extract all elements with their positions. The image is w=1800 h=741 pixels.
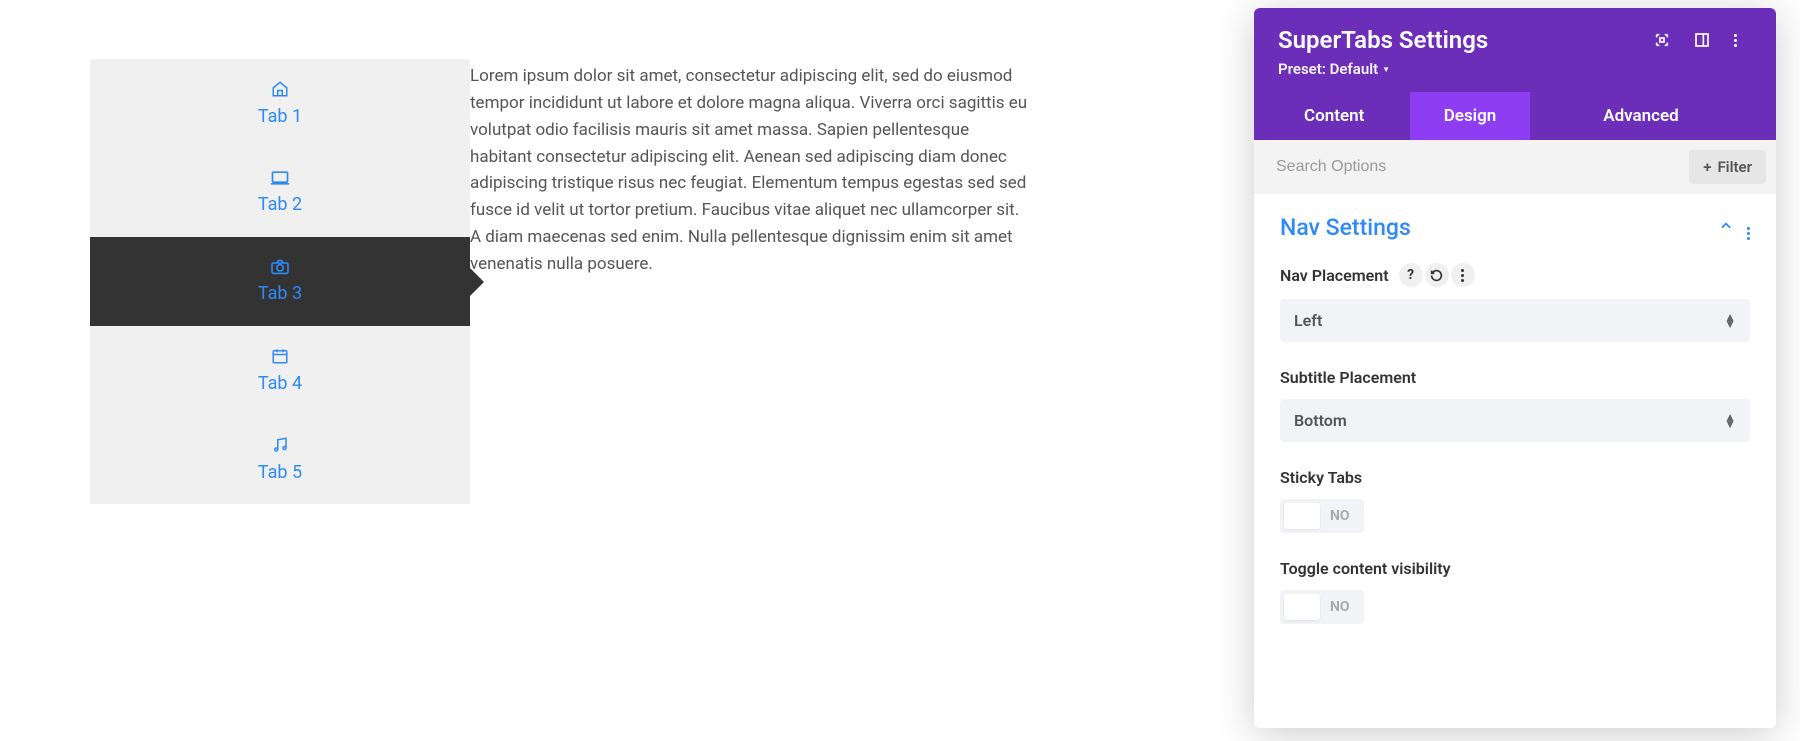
tab-design[interactable]: Design bbox=[1410, 92, 1530, 140]
tab-content: Lorem ipsum dolor sit amet, consectetur … bbox=[470, 59, 1030, 504]
section-nav-settings: Nav Settings Nav Placement ? bbox=[1254, 194, 1776, 624]
tab-1[interactable]: Tab 1 bbox=[90, 59, 470, 148]
camera-icon bbox=[270, 259, 290, 275]
tab-advanced[interactable]: Advanced bbox=[1530, 92, 1752, 140]
preset-dropdown[interactable]: Preset: Default ▼ bbox=[1278, 60, 1390, 78]
field-sticky-tabs: Sticky Tabs NO bbox=[1280, 468, 1750, 533]
laptop-icon bbox=[270, 170, 290, 186]
expand-icon[interactable] bbox=[1654, 31, 1672, 49]
panel-header: SuperTabs Settings Preset: Default ▼ Con… bbox=[1254, 8, 1776, 140]
tab-label: Tab 5 bbox=[258, 462, 302, 483]
reset-icon[interactable] bbox=[1425, 263, 1449, 287]
select-value: Bottom bbox=[1294, 411, 1347, 430]
tab-label: Tab 3 bbox=[258, 283, 302, 304]
kebab-icon[interactable] bbox=[1734, 31, 1752, 49]
field-label: Toggle content visibility bbox=[1280, 559, 1451, 578]
subtitle-placement-select[interactable]: Bottom ▲▼ bbox=[1280, 399, 1750, 442]
tab-4[interactable]: Tab 4 bbox=[90, 326, 470, 415]
select-arrows-icon: ▲▼ bbox=[1724, 314, 1736, 328]
tab-label: Tab 4 bbox=[258, 373, 302, 394]
tabs-nav: Tab 1 Tab 2 Tab 3 Tab 4 Tab 5 bbox=[90, 59, 470, 504]
collapse-icon[interactable] bbox=[1719, 218, 1733, 237]
field-nav-placement: Nav Placement ? Left ▲▼ bbox=[1280, 263, 1750, 342]
tab-label: Tab 2 bbox=[258, 194, 302, 215]
panel-title: SuperTabs Settings bbox=[1278, 26, 1488, 54]
options-icon[interactable] bbox=[1451, 263, 1475, 287]
nav-placement-select[interactable]: Left ▲▼ bbox=[1280, 299, 1750, 342]
tab-5[interactable]: Tab 5 bbox=[90, 415, 470, 504]
search-row: + Filter bbox=[1254, 140, 1776, 194]
tab-content[interactable]: Content bbox=[1278, 92, 1410, 140]
select-arrows-icon: ▲▼ bbox=[1724, 414, 1736, 428]
chevron-down-icon: ▼ bbox=[1382, 65, 1390, 74]
calendar-icon bbox=[271, 347, 289, 365]
search-input[interactable] bbox=[1276, 158, 1689, 176]
preset-label: Preset: Default bbox=[1278, 60, 1378, 78]
field-label: Nav Placement bbox=[1280, 266, 1389, 285]
toggle-state: NO bbox=[1320, 508, 1360, 524]
toggle-knob bbox=[1284, 594, 1320, 620]
section-kebab-icon[interactable] bbox=[1747, 215, 1750, 240]
panel-body: + Filter Nav Settings Nav Placement ? bbox=[1254, 140, 1776, 728]
filter-label: Filter bbox=[1717, 158, 1752, 176]
preview-area: Tab 1 Tab 2 Tab 3 Tab 4 Tab 5 Lore bbox=[90, 59, 1030, 504]
settings-panel: SuperTabs Settings Preset: Default ▼ Con… bbox=[1254, 8, 1776, 728]
panel-tabs: Content Design Advanced bbox=[1278, 92, 1752, 140]
layout-icon[interactable] bbox=[1694, 31, 1712, 49]
select-value: Left bbox=[1294, 311, 1322, 330]
tab-3[interactable]: Tab 3 bbox=[90, 237, 470, 326]
music-icon bbox=[271, 436, 289, 454]
tab-2[interactable]: Tab 2 bbox=[90, 148, 470, 237]
filter-button[interactable]: + Filter bbox=[1689, 150, 1766, 184]
tab-label: Tab 1 bbox=[258, 106, 302, 127]
home-icon bbox=[271, 80, 289, 98]
section-title: Nav Settings bbox=[1280, 214, 1411, 241]
field-subtitle-placement: Subtitle Placement Bottom ▲▼ bbox=[1280, 368, 1750, 442]
toggle-state: NO bbox=[1320, 599, 1360, 615]
plus-icon: + bbox=[1703, 158, 1711, 176]
field-toggle-visibility: Toggle content visibility NO bbox=[1280, 559, 1750, 624]
field-label: Subtitle Placement bbox=[1280, 368, 1416, 387]
sticky-tabs-toggle[interactable]: NO bbox=[1280, 499, 1364, 533]
field-label: Sticky Tabs bbox=[1280, 468, 1362, 487]
toggle-knob bbox=[1284, 503, 1320, 529]
toggle-visibility-toggle[interactable]: NO bbox=[1280, 590, 1364, 624]
help-icon[interactable]: ? bbox=[1399, 263, 1423, 287]
